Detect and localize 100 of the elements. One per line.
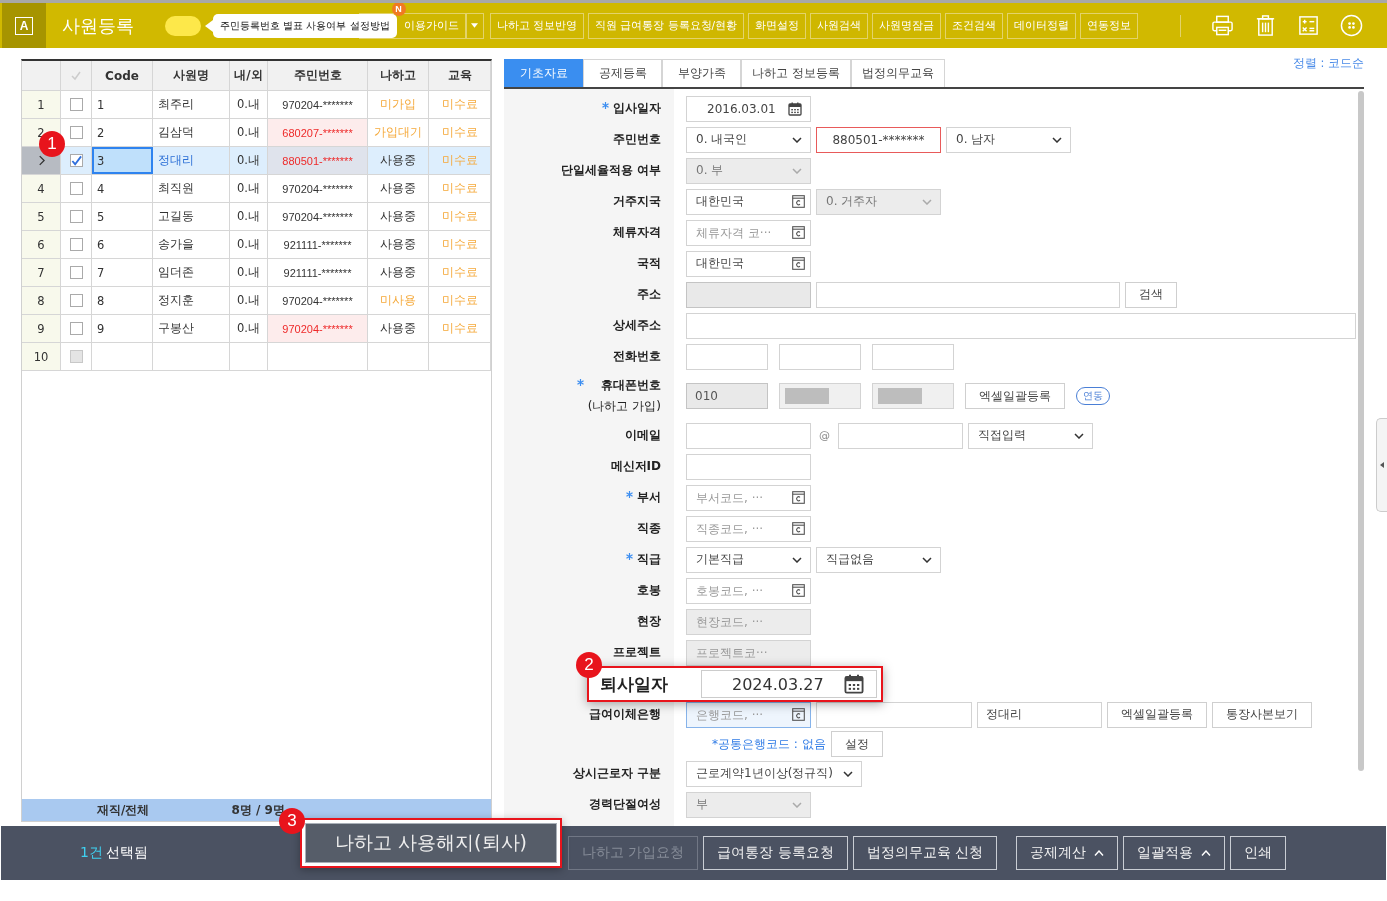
tab[interactable]: 공제등록 xyxy=(583,59,662,87)
dropdown[interactable]: 0. 남자 xyxy=(946,126,1071,153)
row-number: 7 xyxy=(22,259,61,286)
field-label: 상시근로자 구분 xyxy=(572,765,661,782)
table-cell: 미수료 xyxy=(429,175,491,202)
input-field[interactable] xyxy=(686,422,811,449)
date-field[interactable]: 2024.03.27 xyxy=(701,670,877,698)
input-field[interactable] xyxy=(872,343,954,370)
collapse-handle[interactable] xyxy=(1376,418,1387,512)
toggle-switch[interactable] xyxy=(165,15,201,36)
input-field[interactable] xyxy=(686,343,768,370)
lookup-icon[interactable] xyxy=(792,522,805,535)
dropdown[interactable]: 기본직급 xyxy=(686,546,811,573)
input-field[interactable] xyxy=(686,312,1356,339)
tab[interactable]: 나하고 정보등록 xyxy=(741,59,851,87)
masked-field[interactable] xyxy=(872,383,954,409)
dropdown-button[interactable] xyxy=(465,12,484,39)
print-icon[interactable] xyxy=(1211,14,1234,37)
table-row[interactable]: 9 9 구봉산 0.내 970204-******* 사용중 미수료 xyxy=(22,315,491,343)
lookup-icon[interactable] xyxy=(792,708,805,721)
action-button[interactable]: 급여통장 등록요청 xyxy=(703,836,848,870)
field-label: 프로젝트 xyxy=(613,644,661,661)
lookup-field[interactable]: 체류자격 코··· xyxy=(686,219,811,246)
tab[interactable]: 부양가족 xyxy=(662,59,741,87)
checkbox[interactable] xyxy=(69,182,83,195)
lookup-icon[interactable] xyxy=(792,491,805,504)
column-header[interactable]: 교육 xyxy=(429,61,491,90)
action-button[interactable]: 공제계산 xyxy=(1015,836,1118,870)
lookup-icon[interactable] xyxy=(792,584,805,597)
field-label: 퇴사일자 xyxy=(600,672,668,696)
form-button[interactable]: 검색 xyxy=(1125,281,1177,308)
form-button[interactable]: 엑셀일괄등록 xyxy=(1107,701,1207,728)
input-field[interactable] xyxy=(686,453,811,480)
tab[interactable]: 법정의무교육 xyxy=(850,59,945,87)
checkbox[interactable] xyxy=(69,154,83,167)
lookup-field[interactable]: 은행코드, ··· xyxy=(686,701,811,728)
lookup-field[interactable]: 대한민국 xyxy=(686,188,811,215)
form-button[interactable]: 엑셀일괄등록 xyxy=(965,383,1065,409)
checkbox[interactable] xyxy=(69,98,83,111)
column-header[interactable]: 나하고 xyxy=(368,61,429,90)
input-field[interactable] xyxy=(816,701,972,728)
table-row[interactable]: 4 4 최직원 0.내 970204-******* 사용중 미수료 xyxy=(22,175,491,203)
table-cell: 970204-******* xyxy=(268,315,368,342)
lookup-icon[interactable] xyxy=(792,195,805,208)
dropdown[interactable]: 직접입력 xyxy=(968,422,1093,449)
table-row[interactable]: 5 5 고길동 0.내 970204-******* 사용중 미수료 xyxy=(22,203,491,231)
input-field[interactable] xyxy=(838,422,963,449)
table-row[interactable]: 8 8 정지훈 0.내 970204-******* 미사용 미수료 xyxy=(22,287,491,315)
scrollbar-thumb[interactable] xyxy=(1358,91,1364,771)
more-icon[interactable] xyxy=(1340,14,1363,37)
column-header[interactable]: 사원명 xyxy=(153,61,230,90)
lookup-icon[interactable] xyxy=(792,226,805,239)
sort-link[interactable]: 정렬 : 코드순 xyxy=(1292,56,1364,87)
checkbox[interactable] xyxy=(69,238,83,251)
table-row[interactable]: 1 1 최주리 0.내 970204-******* 미가입 미수료 xyxy=(22,91,491,119)
action-button[interactable]: 법정의무교육 신청 xyxy=(852,836,997,870)
dropdown[interactable]: 직급없음 xyxy=(816,546,941,573)
checkbox[interactable] xyxy=(69,210,83,223)
calculator-icon[interactable] xyxy=(1297,14,1320,37)
column-header[interactable]: 주민번호 xyxy=(268,61,368,90)
table-cell: 970204-******* xyxy=(268,175,368,202)
checkbox[interactable] xyxy=(69,266,83,279)
table-row[interactable]: 7 7 임더존 0.내 921111-******* 사용중 미수료 xyxy=(22,259,491,287)
action-button[interactable]: 일괄적용 xyxy=(1122,836,1225,870)
masked-field[interactable] xyxy=(779,383,861,409)
lookup-field[interactable]: 대한민국 xyxy=(686,250,811,277)
check-icon[interactable] xyxy=(70,69,82,82)
checkbox[interactable] xyxy=(69,294,83,307)
input-field[interactable]: 880501-******* xyxy=(816,126,941,153)
table-cell: 미수료 xyxy=(429,203,491,230)
input-field[interactable] xyxy=(816,281,1120,308)
caret-icon xyxy=(792,136,802,143)
column-header[interactable]: 내/외 xyxy=(230,61,268,90)
table-row[interactable]: 6 6 송가을 0.내 921111-******* 사용중 미수료 xyxy=(22,231,491,259)
field-label: 주민번호 xyxy=(613,131,661,148)
checkbox[interactable] xyxy=(69,322,83,335)
field-label: 국적 xyxy=(637,255,661,272)
dropdown[interactable]: 근로계약1년이상(정규직) xyxy=(686,760,862,787)
highlighted-button[interactable]: 나하고 사용해지(퇴사) xyxy=(305,823,557,863)
row-number: 4 xyxy=(22,175,61,202)
form-button[interactable]: 설정 xyxy=(830,731,883,757)
lookup-field[interactable]: 직종코드, ··· xyxy=(686,515,811,542)
action-button[interactable]: 인쇄 xyxy=(1229,836,1286,870)
checkbox[interactable] xyxy=(69,126,83,139)
input-field[interactable]: 정대리 xyxy=(977,701,1102,728)
lookup-icon[interactable] xyxy=(792,257,805,270)
lookup-field[interactable]: 부서코드, ··· xyxy=(686,484,811,511)
calendar-icon[interactable] xyxy=(844,674,864,694)
column-header[interactable]: Code xyxy=(92,61,153,90)
bank-code-link[interactable]: *공통은행코드 : 없음 xyxy=(712,735,826,753)
delete-icon[interactable] xyxy=(1254,14,1277,37)
calendar-icon[interactable] xyxy=(788,101,802,116)
input-field[interactable] xyxy=(779,343,861,370)
table-cell: 송가을 xyxy=(153,231,230,258)
table-cell: 3 xyxy=(92,147,153,174)
lookup-field[interactable]: 호봉코드, ··· xyxy=(686,577,811,604)
form-button[interactable]: 통장사본보기 xyxy=(1212,701,1312,728)
table-cell: 8 xyxy=(92,287,153,314)
date-field[interactable]: 2016.03.01 xyxy=(686,95,811,122)
dropdown[interactable]: 0. 내국인 xyxy=(686,126,811,153)
